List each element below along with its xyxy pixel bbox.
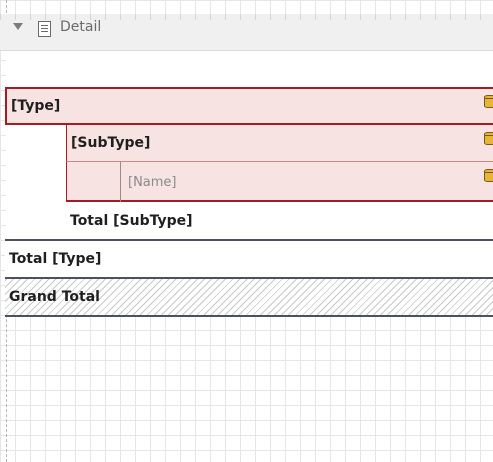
database-field-icon[interactable] [484,95,493,108]
database-field-icon[interactable] [484,169,493,182]
database-field-icon[interactable] [484,132,493,145]
detail-band-icon [38,21,51,37]
name-field[interactable]: [Name] [120,162,493,202]
group-footer-type[interactable]: Total [Type] [5,239,493,279]
band-title: Detail [60,19,102,35]
group-footer-subtype[interactable]: Total [SubType] [66,202,493,239]
total-subtype-label: Total [SubType] [70,212,193,229]
collapse-triangle-icon[interactable] [13,23,23,30]
indent-cell [6,125,67,240]
grand-total-label: Grand Total [9,289,100,305]
group-header-subtype[interactable]: [SubType] [66,125,493,162]
detail-band-body[interactable] [6,51,493,87]
grand-total-row[interactable]: Grand Total [5,279,493,317]
total-type-label: Total [Type] [9,251,102,267]
type-field-label: [Type] [11,98,61,114]
subtype-field-label: [SubType] [71,135,151,151]
group-header-type[interactable]: [Type] [5,87,493,125]
